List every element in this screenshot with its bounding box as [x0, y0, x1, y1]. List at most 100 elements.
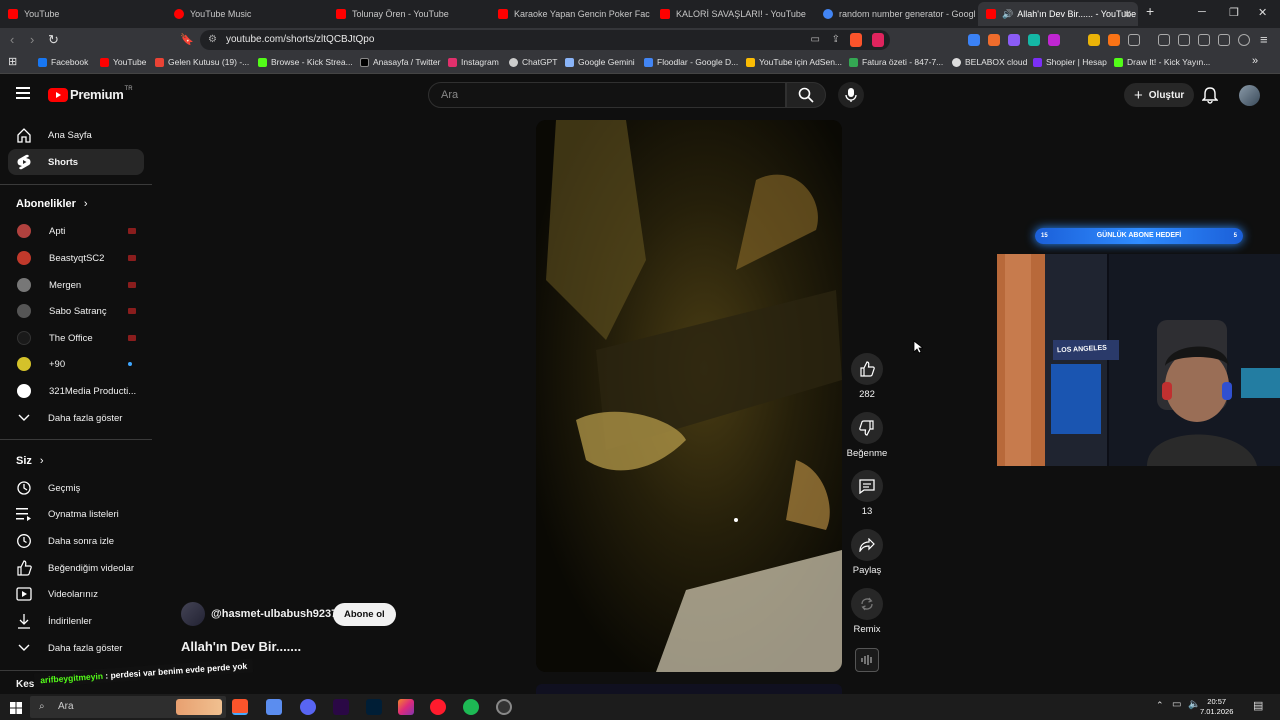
screen-cast-icon[interactable]: ▭ [811, 30, 820, 50]
comments-button[interactable] [851, 470, 883, 502]
youtube-premium-logo[interactable]: Premium TR [48, 86, 133, 102]
brave-rewards-icon[interactable] [872, 33, 884, 47]
bookmark-item[interactable]: Facebook [38, 57, 88, 67]
photoshop-taskbar-icon[interactable] [366, 699, 382, 715]
subscription-item[interactable]: +90 [8, 351, 144, 377]
sidebar-icon[interactable] [1178, 34, 1190, 46]
short-title[interactable]: Allah'ın Dev Bir....... [181, 639, 301, 654]
brave-browser-taskbar-icon[interactable] [232, 699, 248, 715]
brave-shield-icon[interactable] [850, 33, 862, 47]
browser-tab-active[interactable]: 🔊 Allah'ın Dev Bir...... - YouTube ✕ [978, 2, 1138, 26]
search-button[interactable] [786, 82, 826, 108]
subscribe-button[interactable]: Abone ol [333, 603, 396, 626]
extension-icon[interactable] [1088, 34, 1100, 46]
browser-tab[interactable]: YouTube Music [166, 2, 326, 26]
browser-tab[interactable]: Tolunay Ören - YouTube [328, 2, 488, 26]
you-header[interactable]: Siz › [16, 455, 44, 467]
bookmark-item[interactable]: Instagram [448, 57, 499, 67]
bookmark-item[interactable]: Shopier | Hesap [1033, 57, 1107, 67]
subscription-item[interactable]: The Office [8, 325, 144, 351]
share-icon[interactable]: ⇪ [832, 30, 840, 50]
browser-tab[interactable]: Karaoke Yapan Gencin Poker Face ile [490, 2, 650, 26]
back-icon[interactable]: ‹ [10, 32, 14, 47]
browser-tab[interactable]: random number generator - Google [815, 2, 975, 26]
bookmark-item[interactable]: Anasayfa / Twitter [360, 57, 440, 67]
share-button[interactable] [851, 529, 883, 561]
bookmark-item[interactable]: Draw It! - Kick Yayın... [1114, 57, 1210, 67]
windows-start-icon[interactable] [10, 701, 22, 719]
opera-taskbar-icon[interactable] [430, 699, 446, 715]
puzzle-icon[interactable] [1128, 34, 1140, 46]
media-icon[interactable] [1158, 34, 1170, 46]
extension-icon[interactable] [988, 34, 1000, 46]
short-video-player[interactable] [536, 120, 842, 672]
notification-center-icon[interactable]: ▤ [1253, 699, 1263, 712]
more-bookmarks-icon[interactable]: » [1252, 55, 1258, 67]
bookmark-item[interactable]: YouTube [100, 57, 146, 67]
app-taskbar-icon[interactable] [266, 699, 282, 715]
reload-icon[interactable]: ↻ [48, 32, 59, 48]
subscription-item[interactable]: Sabo Satranç [8, 298, 144, 324]
bookmark-item[interactable]: Fatura özeti - 847-7... [849, 57, 943, 67]
discord-taskbar-icon[interactable] [300, 699, 316, 715]
next-short-preview[interactable] [536, 684, 842, 694]
show-more-subscriptions[interactable]: Daha fazla göster [8, 405, 144, 431]
spotify-taskbar-icon[interactable] [463, 699, 479, 715]
create-button[interactable]: + Oluştur [1124, 83, 1195, 107]
sidebar-item-shorts[interactable]: Shorts [8, 149, 144, 175]
sidebar-item-playlists[interactable]: Oynatma listeleri [8, 501, 144, 527]
premiere-taskbar-icon[interactable] [333, 699, 349, 715]
sound-thumbnail-button[interactable] [855, 648, 879, 672]
taskbar-search[interactable]: ⌕ Ara [30, 696, 226, 718]
menu-icon[interactable]: ≡ [1260, 32, 1268, 47]
forward-icon[interactable]: › [30, 32, 34, 47]
vpn-icon[interactable] [1238, 34, 1250, 46]
bookmark-icon[interactable]: 🔖 [180, 33, 194, 46]
extension-icon[interactable] [1028, 34, 1040, 46]
remix-button[interactable] [851, 588, 883, 620]
hamburger-menu-icon[interactable] [16, 86, 32, 100]
bookmark-item[interactable]: ChatGPT [509, 57, 557, 67]
bookmark-item[interactable]: Google Gemini [565, 57, 635, 67]
close-window-icon[interactable]: ✕ [1258, 6, 1267, 19]
chevron-up-icon[interactable]: ⌃ [1156, 700, 1164, 711]
new-tab-button[interactable]: + [1146, 3, 1154, 19]
extension-icon[interactable] [968, 34, 980, 46]
instagram-taskbar-icon[interactable] [398, 699, 414, 715]
system-clock[interactable]: 20:57 7.01.2026 [1200, 697, 1233, 717]
like-button[interactable] [851, 353, 883, 385]
sidebar-item-home[interactable]: Ana Sayfa [8, 122, 144, 148]
bookmark-item[interactable]: Gelen Kutusu (19) -... [155, 57, 249, 67]
extension-icon[interactable] [1048, 34, 1060, 46]
notifications-icon[interactable] [1201, 87, 1219, 109]
restore-icon[interactable]: ❐ [1229, 6, 1239, 19]
browser-tab[interactable]: YouTube [0, 2, 165, 26]
obs-taskbar-icon[interactable] [496, 699, 512, 715]
voice-search-button[interactable] [838, 82, 864, 108]
wallet-icon[interactable] [1198, 34, 1210, 46]
bookmark-item[interactable]: Floodlar - Google D... [644, 57, 738, 67]
channel-avatar[interactable] [181, 602, 205, 626]
bookmark-item[interactable]: Browse - Kick Strea... [258, 57, 353, 67]
bookmark-item[interactable]: YouTube için AdSen... [746, 57, 842, 67]
show-more-you[interactable]: Daha fazla göster [8, 635, 144, 661]
channel-handle[interactable]: @hasmet-ulbabush9237 [211, 608, 337, 620]
extension-icon[interactable] [1108, 34, 1120, 46]
sidebar-item-your-videos[interactable]: Videolarınız [8, 581, 144, 607]
volume-icon[interactable]: 🔈 [1188, 699, 1200, 710]
avatar[interactable] [1239, 85, 1260, 106]
search-input[interactable]: Ara [428, 82, 786, 108]
bookmark-item[interactable]: BELABOX cloud [952, 57, 1027, 67]
subscription-item[interactable]: BeastyqtSC2 [8, 245, 144, 271]
sidebar-item-downloads[interactable]: İndirilenler [8, 608, 144, 634]
leo-icon[interactable] [1218, 34, 1230, 46]
minimize-icon[interactable]: ─ [1198, 6, 1206, 18]
url-field[interactable]: ⚙ youtube.com/shorts/zltQCBJtQpo ▭ ⇪ [200, 30, 890, 50]
channel-info[interactable]: @hasmet-ulbabush9237 [181, 602, 337, 626]
subscription-item[interactable]: Apti [8, 218, 144, 244]
sidebar-item-watch-later[interactable]: Daha sonra izle [8, 528, 144, 554]
dislike-button[interactable] [851, 412, 883, 444]
site-info-icon[interactable]: ⚙ [208, 30, 217, 50]
subscription-item[interactable]: 321Media Producti... [8, 378, 144, 404]
subscription-item[interactable]: Mergen [8, 272, 144, 298]
